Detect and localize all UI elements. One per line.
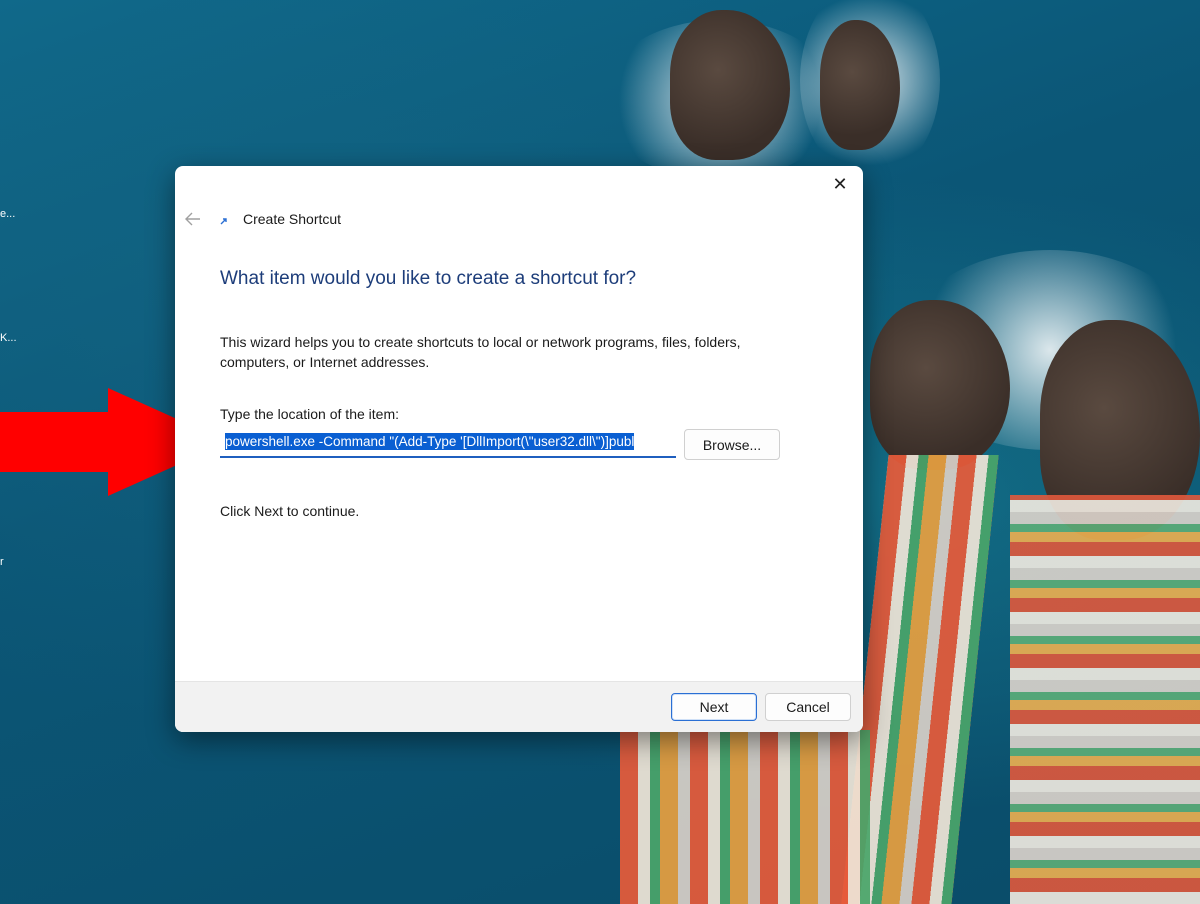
- continue-hint: Click Next to continue.: [220, 503, 360, 519]
- location-label: Type the location of the item:: [220, 406, 399, 422]
- desktop-icon-label[interactable]: e...: [0, 208, 15, 220]
- wizard-description: This wizard helps you to create shortcut…: [220, 334, 741, 370]
- back-button[interactable]: [181, 207, 205, 231]
- wallpaper-lower-town: [590, 730, 870, 904]
- close-button[interactable]: ✕: [823, 170, 857, 198]
- shortcut-arrow-icon: [219, 212, 233, 226]
- dialog-title: Create Shortcut: [243, 211, 342, 227]
- dialog-header: Create Shortcut: [175, 204, 863, 234]
- back-arrow-icon: [185, 212, 200, 226]
- close-icon: ✕: [832, 173, 848, 194]
- cancel-button[interactable]: Cancel: [765, 693, 851, 721]
- location-input[interactable]: powershell.exe -Command "(Add-Type '[Dll…: [220, 430, 676, 458]
- desktop-icon-label[interactable]: K...: [0, 332, 17, 344]
- wizard-heading: What item would you like to create a sho…: [220, 268, 637, 289]
- dialog-footer: Next Cancel: [175, 681, 863, 732]
- location-input-value: powershell.exe -Command "(Add-Type '[Dll…: [225, 433, 635, 450]
- wallpaper-coastline: [800, 0, 1200, 904]
- create-shortcut-dialog: ✕ Create Shortcut What item would you li…: [175, 166, 863, 732]
- browse-button[interactable]: Browse...: [684, 429, 780, 460]
- desktop-icon-label[interactable]: r: [0, 556, 4, 568]
- next-button[interactable]: Next: [671, 693, 757, 721]
